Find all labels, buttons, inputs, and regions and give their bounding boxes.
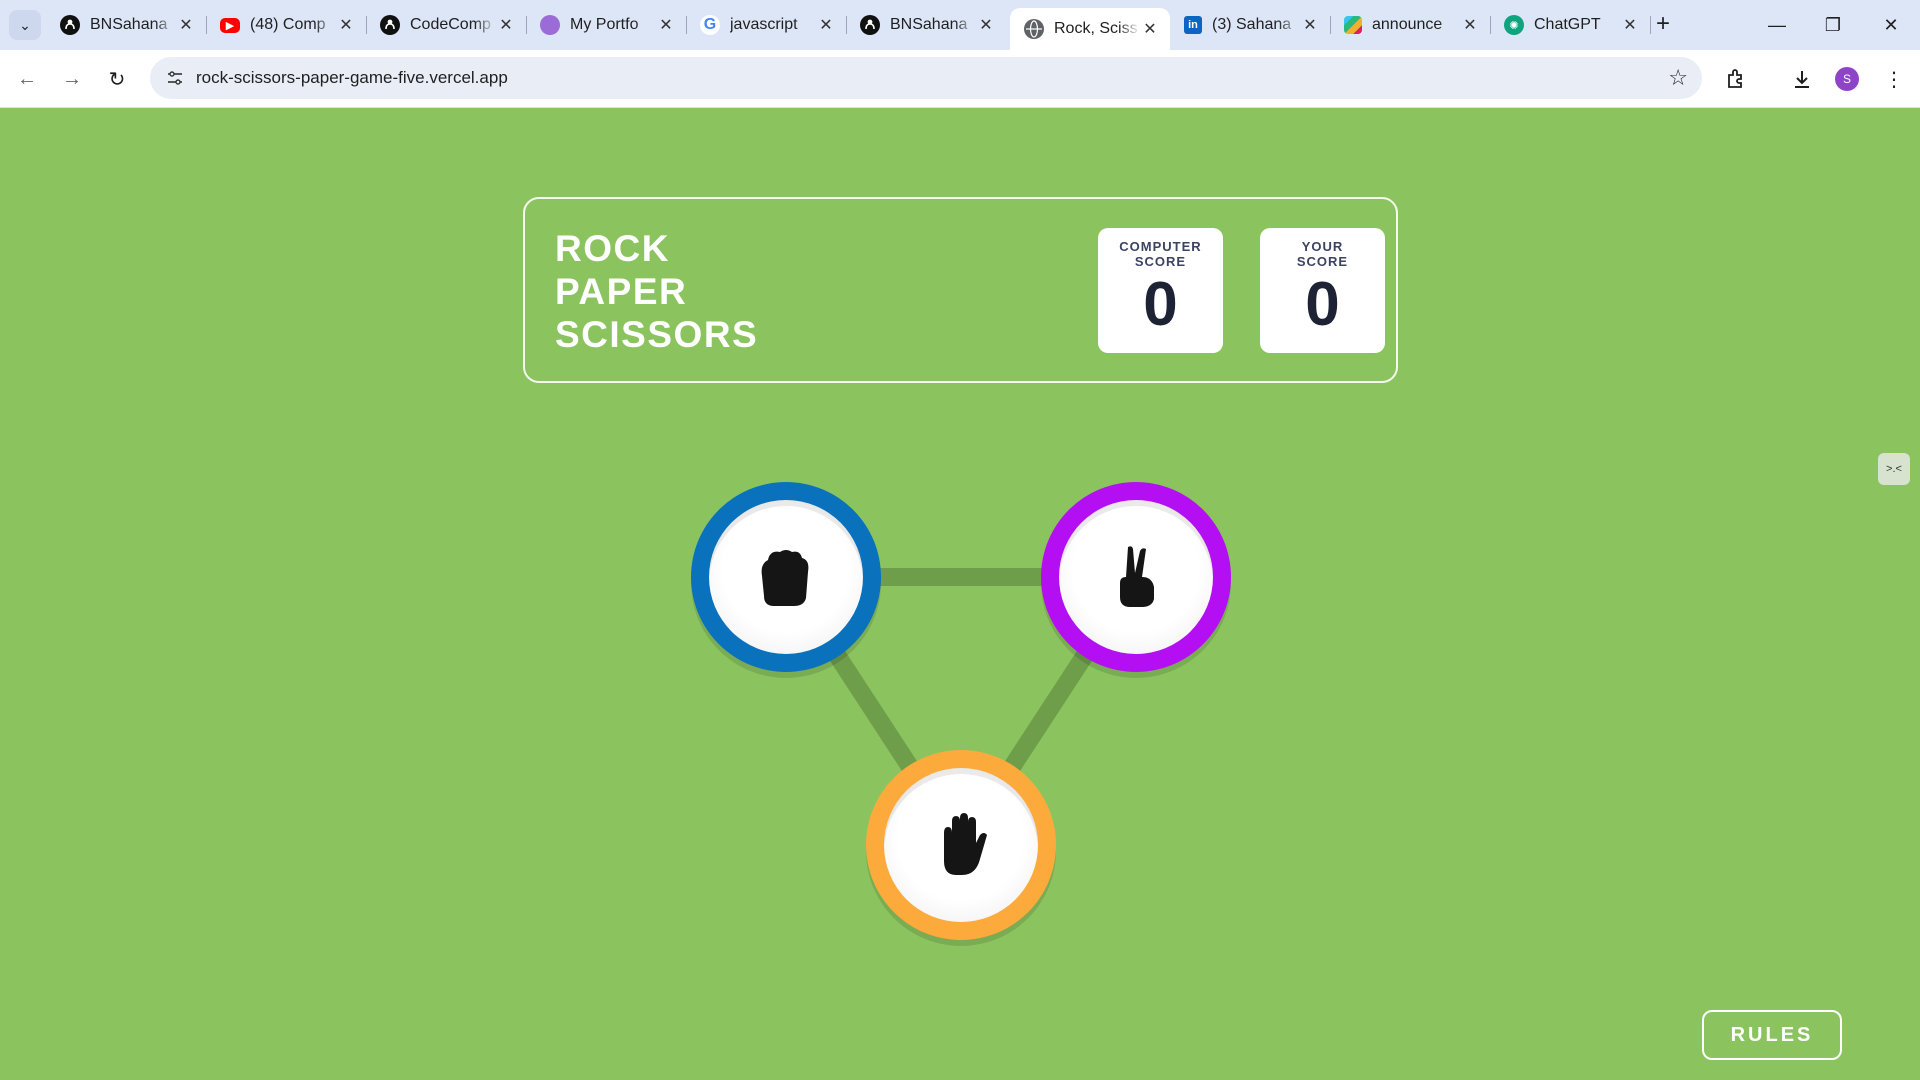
- tab-title: BNSahana: [90, 16, 168, 33]
- tab-title: (3) Sahana: [1212, 16, 1292, 33]
- window-close-button[interactable]: ✕: [1866, 8, 1916, 42]
- browser-tab[interactable]: ▶ (48) Comp ✕: [206, 8, 367, 42]
- bookmark-star-icon[interactable]: ☆: [1668, 65, 1688, 91]
- tab-search-button[interactable]: ⌄: [9, 10, 41, 40]
- scissors-button[interactable]: [1041, 482, 1231, 672]
- slack-icon: [1344, 16, 1362, 34]
- game-page: ROCK PAPER SCISSORS COMPUTER SCORE 0 YOU…: [0, 108, 1920, 1080]
- tab-strip: ⌄ BNSahana ✕ ▶ (48) Comp ✕ CodeComp ✕ My…: [0, 0, 1920, 50]
- close-icon[interactable]: ✕: [176, 15, 196, 35]
- browser-tab-active[interactable]: Rock, Sciss ✕: [1010, 8, 1170, 50]
- close-icon[interactable]: ✕: [496, 15, 516, 35]
- paper-button[interactable]: [866, 750, 1056, 940]
- browser-tab[interactable]: BNSahana ✕: [46, 8, 207, 42]
- peace-hand-icon: [1120, 546, 1154, 607]
- minimize-button[interactable]: —: [1752, 8, 1802, 42]
- rock-button-face: [709, 500, 863, 654]
- forward-button[interactable]: →: [55, 62, 89, 96]
- reload-button[interactable]: ↻: [100, 62, 134, 96]
- github-icon: [380, 15, 400, 35]
- tab-title: BNSahana: [890, 16, 968, 33]
- tab-title: Rock, Sciss: [1054, 20, 1138, 37]
- arrow-left-icon: ←: [17, 67, 37, 90]
- youtube-icon: ▶: [220, 17, 240, 33]
- rock-button[interactable]: [691, 482, 881, 672]
- portfolio-icon: [540, 15, 560, 35]
- paper-button-face: [884, 768, 1038, 922]
- reload-icon: ↻: [108, 68, 126, 91]
- close-icon[interactable]: ✕: [336, 15, 356, 35]
- choice-board: [0, 108, 1920, 1080]
- side-extension-widget[interactable]: >.<: [1878, 453, 1910, 485]
- fist-icon: [761, 550, 809, 606]
- close-icon[interactable]: ✕: [656, 15, 676, 35]
- tab-title: announce: [1372, 16, 1443, 33]
- browser-tab[interactable]: in (3) Sahana ✕: [1170, 8, 1331, 42]
- github-icon: [860, 15, 880, 35]
- close-icon[interactable]: ✕: [1460, 15, 1480, 35]
- chatgpt-icon: ✺: [1504, 15, 1524, 35]
- github-icon: [60, 15, 80, 35]
- browser-tab[interactable]: announce ✕: [1330, 8, 1491, 42]
- arrow-right-icon: →: [62, 67, 82, 90]
- close-icon[interactable]: ✕: [1620, 15, 1640, 35]
- close-icon[interactable]: ✕: [1140, 19, 1160, 39]
- chevron-down-icon: ⌄: [19, 16, 31, 33]
- menu-kebab-icon[interactable]: ⋮: [1880, 65, 1908, 93]
- tab-title: javascript: [730, 16, 798, 33]
- close-icon[interactable]: ✕: [1300, 15, 1320, 35]
- browser-tab[interactable]: G javascript ✕: [686, 8, 847, 42]
- browser-tab[interactable]: My Portfo ✕: [526, 8, 687, 42]
- extensions-icon[interactable]: [1722, 65, 1750, 93]
- linkedin-icon: in: [1184, 16, 1202, 34]
- browser-toolbar: ← → ↻ rock-scissors-paper-game-five.verc…: [0, 50, 1920, 108]
- tab-title: My Portfo: [570, 16, 639, 33]
- rules-button[interactable]: RULES: [1702, 1010, 1842, 1060]
- browser-tab[interactable]: CodeComp ✕: [366, 8, 527, 42]
- close-icon[interactable]: ✕: [976, 15, 996, 35]
- close-icon[interactable]: ✕: [816, 15, 836, 35]
- address-bar[interactable]: rock-scissors-paper-game-five.vercel.app…: [150, 57, 1702, 99]
- profile-avatar[interactable]: S: [1835, 67, 1859, 91]
- open-hand-icon: [944, 813, 987, 875]
- google-icon: G: [700, 15, 720, 35]
- restore-button[interactable]: ❐: [1808, 8, 1858, 42]
- globe-icon: [1024, 19, 1044, 39]
- scissors-button-face: [1059, 500, 1213, 654]
- browser-tab[interactable]: ✺ ChatGPT ✕: [1490, 8, 1651, 42]
- tab-title: ChatGPT: [1534, 16, 1601, 33]
- url-text[interactable]: rock-scissors-paper-game-five.vercel.app: [196, 68, 508, 88]
- download-icon[interactable]: [1788, 65, 1816, 93]
- back-button[interactable]: ←: [10, 62, 44, 96]
- new-tab-button[interactable]: +: [1650, 12, 1676, 38]
- browser-tab[interactable]: BNSahana ✕: [846, 8, 1006, 42]
- tab-title: CodeComp: [410, 16, 491, 33]
- tab-title: (48) Comp: [250, 16, 326, 33]
- site-info-icon[interactable]: [162, 65, 188, 91]
